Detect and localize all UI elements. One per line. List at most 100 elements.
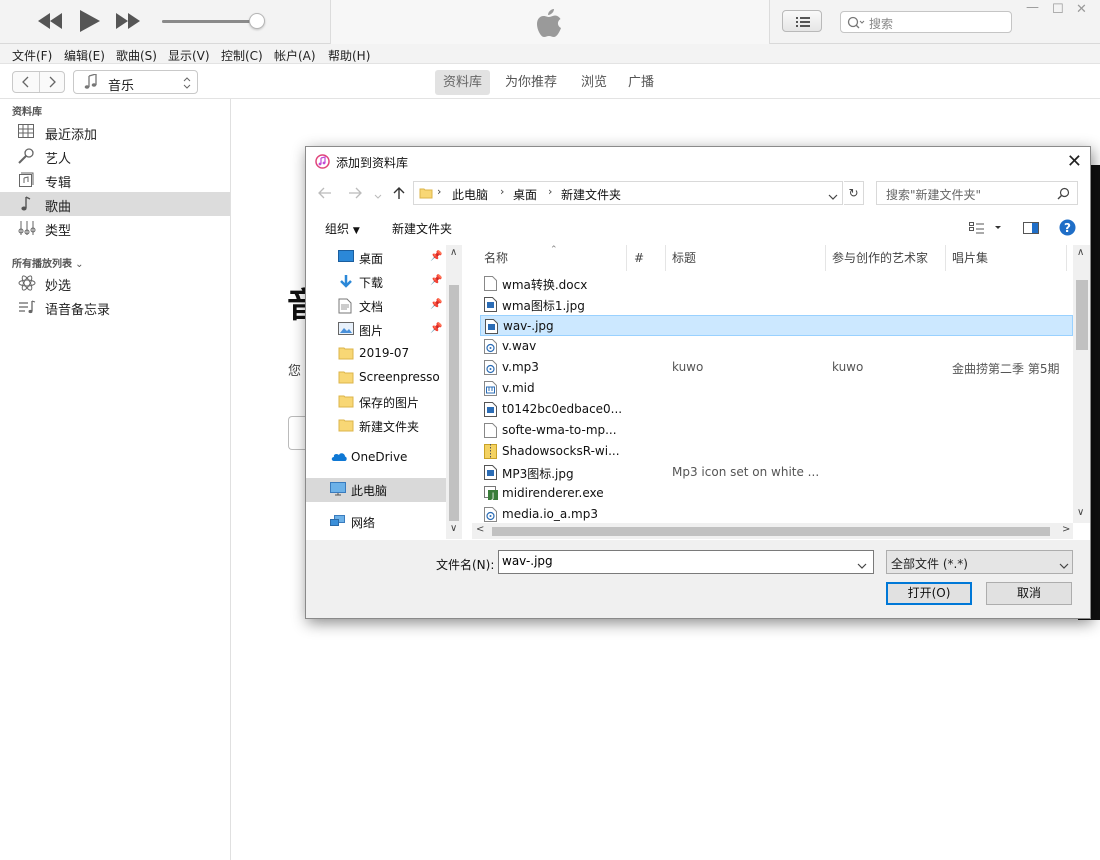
sidebar-item-artists[interactable]: 艺人 [0,144,230,168]
note-icon [18,196,36,212]
back-arrow-icon[interactable] [318,187,332,202]
file-row[interactable]: MP3图标.jpg Mp3 icon set on white ... [480,462,1073,483]
nav-item-this-pc[interactable]: 此电脑 [306,478,446,502]
chevron-down-icon[interactable] [857,559,867,573]
file-row[interactable]: v.mp3 kuwo kuwo 金曲捞第二季 第5期 [480,357,1073,378]
file-title: Mp3 icon set on white ... [672,465,820,479]
nav-pane-scroll-thumb[interactable] [449,285,459,521]
menu-account[interactable]: 帐户(A) [274,47,316,64]
refresh-button[interactable]: ↻ [844,181,864,205]
play-icon[interactable] [80,10,100,32]
sidebar-item-recently-added[interactable]: 最近添加 [0,120,230,144]
fast-forward-icon[interactable] [116,13,140,29]
tab-library[interactable]: 资料库 [435,70,491,95]
menu-view[interactable]: 显示(V) [168,47,210,64]
column-number[interactable]: # [634,245,644,271]
filename-combobox[interactable] [498,550,874,574]
dialog-search-input[interactable]: 搜索"新建文件夹" [876,181,1078,205]
sidebar-item-voice-memos[interactable]: 语音备忘录 [0,295,230,319]
menu-controls[interactable]: 控制(C) [221,47,263,64]
sidebar-item-albums[interactable]: 专辑 [0,168,230,192]
column-artists[interactable]: 参与创作的艺术家 [832,245,928,271]
menu-edit[interactable]: 编辑(E) [64,47,105,64]
organize-button[interactable]: 组织 ▼ [325,220,360,237]
file-row[interactable]: wma转换.docx [480,273,1073,294]
music-note-icon [84,73,98,93]
breadcrumb-this-pc[interactable]: 此电脑 [452,186,488,203]
help-icon[interactable]: ? [1059,219,1076,239]
media-kind-label: 音乐 [108,79,135,94]
column-album[interactable]: 唱片集 [952,245,988,271]
file-row[interactable]: ShadowsocksR-wi... [480,441,1073,462]
column-name[interactable]: 名称 [484,245,508,271]
file-row[interactable]: wma图标1.jpg [480,294,1073,315]
pin-icon[interactable]: 📌 [430,275,442,286]
filename-input[interactable] [502,554,842,568]
genre-icon [18,220,36,236]
breadcrumb-desktop[interactable]: 桌面 [513,186,537,203]
nav-item-onedrive[interactable]: OneDrive [306,446,446,470]
file-row[interactable]: v.mid [480,378,1073,399]
sidebar-item-songs[interactable]: 歌曲 [0,192,230,216]
file-name: media.io_a.mp3 [502,507,598,521]
tab-for-you[interactable]: 为你推荐 [497,70,565,95]
pin-icon[interactable]: 📌 [430,299,442,310]
file-name: t0142bc0edbace0... [502,402,623,416]
file-list-hscroll-thumb[interactable] [492,527,1050,536]
new-folder-button[interactable]: 新建文件夹 [392,220,452,237]
rewind-icon[interactable] [38,13,62,29]
sidebar-item-genius[interactable]: 妙选 [0,271,230,295]
nav-item-pictures[interactable]: 图片 📌 [306,318,446,342]
recent-locations-chevron-icon[interactable] [374,189,382,203]
media-kind-select[interactable]: 音乐 [73,70,198,94]
back-icon[interactable] [20,75,32,92]
dialog-titlebar: 添加到资料库 ✕ [306,147,1090,177]
close-icon[interactable]: ✕ [1067,151,1082,172]
volume-slider[interactable] [162,20,262,23]
breadcrumb-new-folder[interactable]: 新建文件夹 [561,186,621,203]
network-icon [330,514,346,529]
address-bar[interactable]: › 此电脑 › 桌面 › 新建文件夹 [413,181,843,205]
cancel-button[interactable]: 取消 [986,582,1072,605]
file-row[interactable]: softe-wma-to-mp... [480,420,1073,441]
file-row[interactable]: v.wav [480,336,1073,357]
nav-item-saved-pictures[interactable]: 保存的图片 [306,390,446,414]
preview-pane-icon[interactable] [1023,222,1039,237]
nav-item-documents[interactable]: 文档 📌 [306,294,446,318]
file-row[interactable]: Jmidirenderer.exe [480,483,1073,504]
menu-song[interactable]: 歌曲(S) [116,47,157,64]
file-list-vscroll-thumb[interactable] [1076,280,1088,350]
pin-icon[interactable]: 📌 [430,323,442,334]
volume-knob[interactable] [249,13,265,29]
list-view-button[interactable] [782,10,822,32]
maximize-icon[interactable]: ☐ [1052,2,1064,17]
file-row[interactable]: wav-.jpg [480,315,1073,336]
nav-item-desktop[interactable]: 桌面 📌 [306,246,446,270]
close-window-icon[interactable]: ✕ [1076,2,1087,17]
nav-item-screenpresso[interactable]: Screenpresso [306,366,446,390]
column-title[interactable]: 标题 [672,245,696,271]
nav-item-network[interactable]: 网络 [306,510,446,534]
minimize-icon[interactable]: — [1026,0,1039,15]
nav-item-new-folder[interactable]: 新建文件夹 [306,414,446,438]
nav-item-2019-07[interactable]: 2019-07 [306,342,446,366]
playlists-header[interactable]: 所有播放列表 ⌄ [12,255,84,270]
sidebar-item-genres[interactable]: 类型 [0,216,230,240]
menu-help[interactable]: 帮助(H) [328,47,370,64]
tab-radio[interactable]: 广播 [620,70,662,95]
tab-browse[interactable]: 浏览 [573,70,615,95]
forward-icon[interactable] [46,75,58,92]
nav-item-downloads[interactable]: 下载 📌 [306,270,446,294]
pin-icon[interactable]: 📌 [430,251,442,262]
file-type-select[interactable]: 全部文件 (*.*) [886,550,1073,574]
forward-arrow-icon[interactable] [348,187,362,202]
address-dropdown-icon[interactable] [828,190,838,204]
atom-icon [18,275,36,291]
file-row[interactable]: media.io_a.mp3 [480,504,1073,525]
file-row[interactable]: t0142bc0edbace0... [480,399,1073,420]
search-input[interactable]: 搜索 [840,11,1012,33]
open-button[interactable]: 打开(O) [886,582,972,605]
up-arrow-icon[interactable] [393,186,405,203]
view-options-icon[interactable] [969,222,1005,237]
menu-file[interactable]: 文件(F) [12,47,52,64]
